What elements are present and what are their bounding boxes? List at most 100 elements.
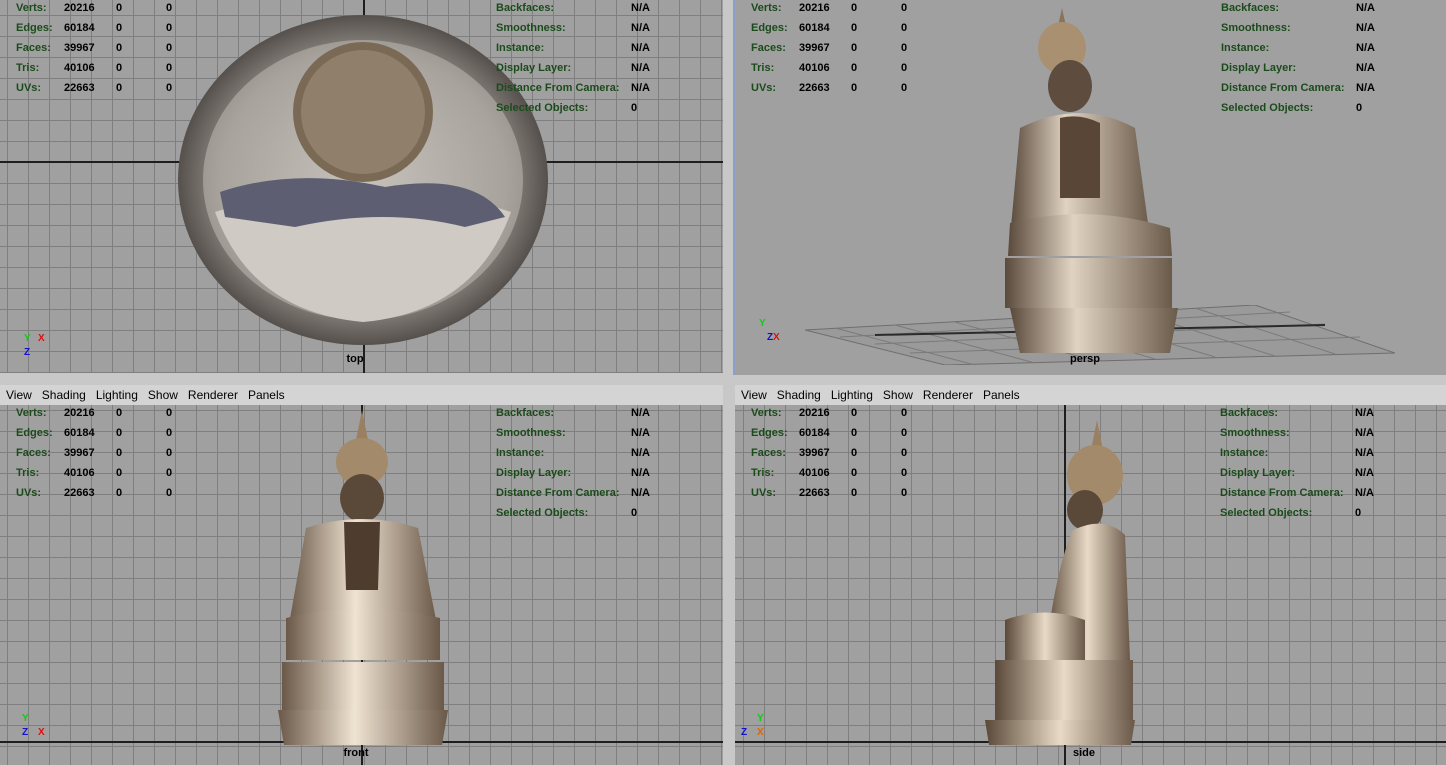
gizmo-axis-z: Z bbox=[22, 727, 29, 738]
hud-stat-value: 22663 bbox=[64, 82, 95, 94]
menu-panels[interactable]: Panels bbox=[983, 388, 1020, 402]
hud-stat-label: Tris: bbox=[16, 467, 40, 479]
hud-stat-value: 0 bbox=[901, 487, 908, 499]
menu-renderer[interactable]: Renderer bbox=[923, 388, 973, 402]
menu-shading[interactable]: Shading bbox=[777, 388, 821, 402]
hud-stat-value: 0 bbox=[851, 487, 858, 499]
hud-info-label: Display Layer: bbox=[496, 467, 572, 479]
panel-divider-vertical[interactable] bbox=[723, 0, 733, 765]
hud-stat-value: 0 bbox=[116, 467, 123, 479]
hud-info-label: Smoothness: bbox=[496, 22, 566, 34]
hud-stat-value: 0 bbox=[166, 487, 173, 499]
hud-stat-value: 0 bbox=[116, 42, 123, 54]
hud-stat-value: 40106 bbox=[64, 62, 95, 74]
menu-view[interactable]: View bbox=[6, 388, 32, 402]
camera-label-side: side bbox=[1072, 747, 1096, 759]
hud-stat-label: UVs: bbox=[16, 487, 42, 499]
hud-stat-value: 0 bbox=[166, 427, 173, 439]
hud-info-value: N/A bbox=[631, 487, 650, 499]
gizmo-axis-x: X bbox=[757, 727, 764, 738]
hud-info-value: N/A bbox=[1355, 447, 1374, 459]
hud-stat-label: Verts: bbox=[16, 2, 47, 14]
hud-info-label: Display Layer: bbox=[496, 62, 572, 74]
hud-stat-value: 22663 bbox=[64, 487, 95, 499]
hud-stat-value: 0 bbox=[166, 407, 173, 419]
hud-stat-label: Tris: bbox=[751, 62, 775, 74]
hud-stat-value: 0 bbox=[166, 42, 173, 54]
hud-stat-value: 0 bbox=[116, 62, 123, 74]
hud-stat-value: 0 bbox=[901, 22, 908, 34]
hud-stat-label: Edges: bbox=[16, 22, 53, 34]
menu-panels[interactable]: Panels bbox=[248, 388, 285, 402]
gizmo-axis-y: Y bbox=[759, 318, 766, 329]
hud-stat-label: Faces: bbox=[751, 42, 786, 54]
hud-stat-label: Faces: bbox=[751, 447, 786, 459]
hud-stats-right: Backfaces: N/A Smoothness: N/A Instance: N/A D… bbox=[1220, 406, 1390, 526]
hud-stat-label: UVs: bbox=[751, 82, 777, 94]
hud-stat-value: 60184 bbox=[64, 22, 95, 34]
hud-stats-right: Backfaces: N/A Smoothness: N/A Instance: N/A D… bbox=[1221, 1, 1391, 121]
hud-stat-value: 0 bbox=[851, 447, 858, 459]
statue-front-view[interactable] bbox=[278, 410, 448, 745]
hud-stat-label: Tris: bbox=[16, 62, 40, 74]
hud-stats-left: Verts: 20216 0 0 Edges: 60184 0 0 Faces: 39967 0 0 T… bbox=[751, 406, 921, 506]
hud-stat-value: 0 bbox=[116, 407, 123, 419]
hud-info-label: Backfaces: bbox=[1220, 407, 1279, 419]
hud-stat-value: 60184 bbox=[799, 427, 830, 439]
hud-stat-value: 0 bbox=[116, 487, 123, 499]
hud-info-value: N/A bbox=[1355, 467, 1374, 479]
hud-stat-value: 0 bbox=[116, 427, 123, 439]
menu-shading[interactable]: Shading bbox=[42, 388, 86, 402]
hud-stat-value: 0 bbox=[166, 467, 173, 479]
hud-stat-value: 39967 bbox=[799, 447, 830, 459]
hud-info-label: Selected Objects: bbox=[1221, 102, 1314, 114]
viewport-top[interactable]: Verts: 20216 0 0 Edges: 60184 0 0 Faces: 39967 0 0 T… bbox=[0, 0, 723, 373]
hud-stat-value: 0 bbox=[166, 62, 173, 74]
gizmo-axis-x: X bbox=[38, 333, 45, 344]
hud-info-label: Selected Objects: bbox=[496, 507, 589, 519]
hud-info-label: Smoothness: bbox=[1220, 427, 1290, 439]
hud-info-label: Instance: bbox=[1220, 447, 1269, 459]
hud-info-value: N/A bbox=[631, 22, 650, 34]
hud-info-value: N/A bbox=[1356, 2, 1375, 14]
hud-info-label: Smoothness: bbox=[1221, 22, 1291, 34]
menu-lighting[interactable]: Lighting bbox=[96, 388, 138, 402]
gizmo-axis-x: X bbox=[38, 727, 45, 738]
camera-label-top: top bbox=[346, 353, 364, 365]
hud-info-value: N/A bbox=[1355, 487, 1374, 499]
viewport-front[interactable]: Verts: 20216 0 0 Edges: 60184 0 0 Faces: 39967 0 0 T… bbox=[0, 405, 723, 765]
menu-show[interactable]: Show bbox=[148, 388, 178, 402]
hud-info-label: Distance From Camera: bbox=[1221, 82, 1345, 94]
menu-lighting[interactable]: Lighting bbox=[831, 388, 873, 402]
hud-stat-value: 0 bbox=[901, 82, 908, 94]
statue-persp-view[interactable] bbox=[1000, 8, 1180, 363]
hud-stat-label: Verts: bbox=[751, 2, 782, 14]
menu-renderer[interactable]: Renderer bbox=[188, 388, 238, 402]
hud-stat-value: 0 bbox=[851, 62, 858, 74]
viewport-persp[interactable]: Verts: 20216 0 0 Edges: 60184 0 0 Faces: 39967 0 0 T… bbox=[733, 0, 1446, 375]
hud-info-value: N/A bbox=[631, 2, 650, 14]
hud-stat-value: 0 bbox=[901, 62, 908, 74]
hud-info-label: Distance From Camera: bbox=[1220, 487, 1344, 499]
statue-side-view[interactable] bbox=[985, 420, 1135, 745]
statue-top-view[interactable] bbox=[175, 12, 550, 347]
menu-view[interactable]: View bbox=[741, 388, 767, 402]
hud-stats-left: Verts: 20216 0 0 Edges: 60184 0 0 Faces: 39967 0 0 T… bbox=[16, 1, 186, 101]
hud-stat-value: 0 bbox=[901, 407, 908, 419]
hud-stat-label: UVs: bbox=[16, 82, 42, 94]
menu-show[interactable]: Show bbox=[883, 388, 913, 402]
hud-info-label: Selected Objects: bbox=[1220, 507, 1313, 519]
viewport-side[interactable]: Verts: 20216 0 0 Edges: 60184 0 0 Faces: 39967 0 0 T… bbox=[735, 405, 1446, 765]
hud-info-label: Smoothness: bbox=[496, 427, 566, 439]
hud-info-label: Selected Objects: bbox=[496, 102, 589, 114]
hud-stats-right: Backfaces: N/A Smoothness: N/A Instance: N/A D… bbox=[496, 406, 666, 526]
hud-stat-label: Edges: bbox=[751, 22, 788, 34]
hud-stat-value: 0 bbox=[851, 22, 858, 34]
hud-info-label: Backfaces: bbox=[496, 407, 555, 419]
hud-stat-value: 40106 bbox=[799, 62, 830, 74]
gizmo-axis-y: Y bbox=[757, 713, 764, 724]
hud-stat-value: 20216 bbox=[799, 2, 830, 14]
hud-stat-value: 0 bbox=[901, 2, 908, 14]
hud-stat-label: Edges: bbox=[16, 427, 53, 439]
hud-info-value: N/A bbox=[631, 82, 650, 94]
